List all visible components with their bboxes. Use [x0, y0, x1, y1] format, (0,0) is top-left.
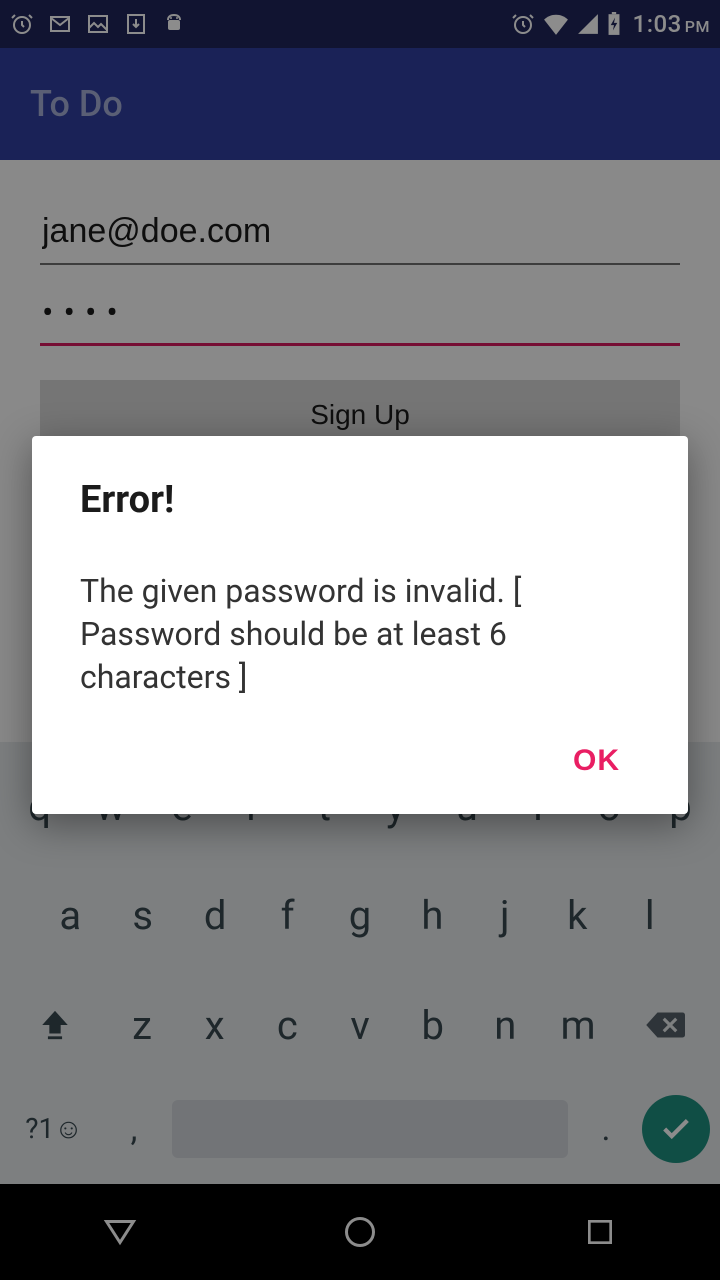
error-dialog: Error! The given password is invalid. [ …: [32, 436, 688, 814]
dialog-actions: OK: [80, 732, 640, 790]
dialog-message: The given password is invalid. [ Passwor…: [80, 570, 640, 700]
dialog-ok-button[interactable]: OK: [553, 732, 640, 790]
dialog-title: Error!: [80, 478, 640, 522]
